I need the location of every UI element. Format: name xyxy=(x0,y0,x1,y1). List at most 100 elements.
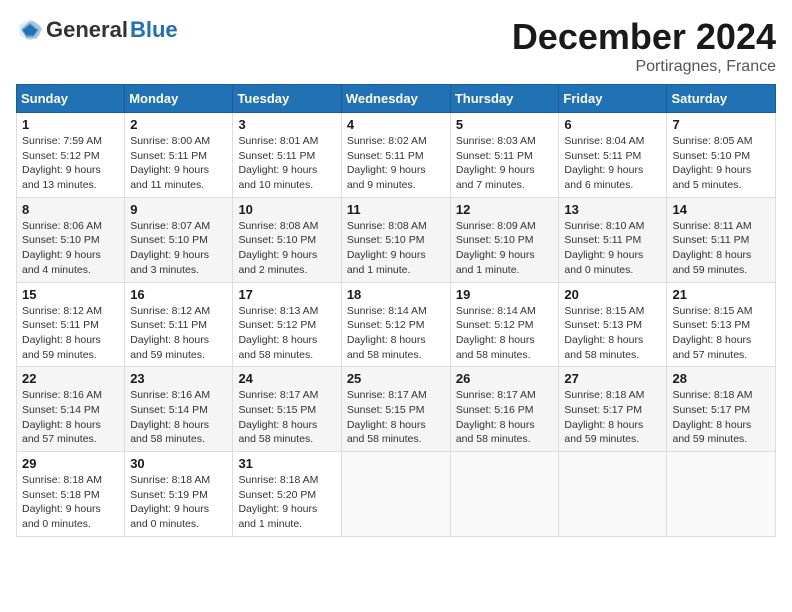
page-header: GeneralBlue December 2024 Portiragnes, F… xyxy=(16,16,776,76)
day-info: Sunrise: 8:18 AMSunset: 5:18 PMDaylight:… xyxy=(22,473,119,532)
day-info: Sunrise: 8:02 AMSunset: 5:11 PMDaylight:… xyxy=(347,134,445,193)
day-number: 29 xyxy=(22,456,119,471)
day-number: 28 xyxy=(672,371,770,386)
day-number: 2 xyxy=(130,117,227,132)
day-number: 4 xyxy=(347,117,445,132)
day-cell-9: 9 Sunrise: 8:07 AMSunset: 5:10 PMDaylight… xyxy=(125,197,233,282)
day-number: 7 xyxy=(672,117,770,132)
day-info: Sunrise: 8:12 AMSunset: 5:11 PMDaylight:… xyxy=(22,304,119,363)
calendar-table: SundayMondayTuesdayWednesdayThursdayFrid… xyxy=(16,84,776,537)
day-cell-8: 8 Sunrise: 8:06 AMSunset: 5:10 PMDaylight… xyxy=(17,197,125,282)
day-number: 26 xyxy=(456,371,554,386)
day-cell-22: 22 Sunrise: 8:16 AMSunset: 5:14 PMDayligh… xyxy=(17,367,125,452)
day-info: Sunrise: 8:06 AMSunset: 5:10 PMDaylight:… xyxy=(22,219,119,278)
day-cell-13: 13 Sunrise: 8:10 AMSunset: 5:11 PMDayligh… xyxy=(559,197,667,282)
col-header-tuesday: Tuesday xyxy=(233,85,341,113)
day-number: 1 xyxy=(22,117,119,132)
day-cell-29: 29 Sunrise: 8:18 AMSunset: 5:18 PMDayligh… xyxy=(17,452,125,537)
day-cell-19: 19 Sunrise: 8:14 AMSunset: 5:12 PMDayligh… xyxy=(450,282,559,367)
day-number: 27 xyxy=(564,371,661,386)
day-cell-25: 25Sunrise: 8:17 AMSunset: 5:15 PMDayligh… xyxy=(341,367,450,452)
logo-general-text: General xyxy=(46,17,128,43)
day-cell-5: 5Sunrise: 8:03 AMSunset: 5:11 PMDaylight… xyxy=(450,113,559,198)
day-info: Sunrise: 8:04 AMSunset: 5:11 PMDaylight:… xyxy=(564,134,661,193)
day-info: Sunrise: 8:18 AMSunset: 5:20 PMDaylight:… xyxy=(238,473,335,532)
day-number: 23 xyxy=(130,371,227,386)
day-cell-10: 10 Sunrise: 8:08 AMSunset: 5:10 PMDayligh… xyxy=(233,197,341,282)
day-info: Sunrise: 8:17 AMSunset: 5:15 PMDaylight:… xyxy=(347,388,445,447)
col-header-thursday: Thursday xyxy=(450,85,559,113)
logo-blue-text: Blue xyxy=(130,17,178,43)
day-cell-11: 11Sunrise: 8:08 AMSunset: 5:10 PMDayligh… xyxy=(341,197,450,282)
day-cell-18: 18Sunrise: 8:14 AMSunset: 5:12 PMDayligh… xyxy=(341,282,450,367)
day-cell-7: 7 Sunrise: 8:05 AMSunset: 5:10 PMDaylight… xyxy=(667,113,776,198)
week-row-3: 15 Sunrise: 8:12 AMSunset: 5:11 PMDayligh… xyxy=(17,282,776,367)
day-info: Sunrise: 8:16 AMSunset: 5:14 PMDaylight:… xyxy=(22,388,119,447)
day-number: 17 xyxy=(238,287,335,302)
day-cell-17: 17Sunrise: 8:13 AMSunset: 5:12 PMDayligh… xyxy=(233,282,341,367)
location-subtitle: Portiragnes, France xyxy=(512,58,776,76)
day-cell-28: 28Sunrise: 8:18 AMSunset: 5:17 PMDayligh… xyxy=(667,367,776,452)
day-info: Sunrise: 8:14 AMSunset: 5:12 PMDaylight:… xyxy=(456,304,554,363)
day-info: Sunrise: 8:08 AMSunset: 5:10 PMDaylight:… xyxy=(347,219,445,278)
logo-icon xyxy=(16,16,44,44)
day-number: 13 xyxy=(564,202,661,217)
day-info: Sunrise: 8:15 AMSunset: 5:13 PMDaylight:… xyxy=(564,304,661,363)
day-cell-2: 2Sunrise: 8:00 AMSunset: 5:11 PMDaylight… xyxy=(125,113,233,198)
empty-cell xyxy=(341,452,450,537)
day-info: Sunrise: 8:03 AMSunset: 5:11 PMDaylight:… xyxy=(456,134,554,193)
day-info: Sunrise: 8:15 AMSunset: 5:13 PMDaylight:… xyxy=(672,304,770,363)
day-cell-14: 14 Sunrise: 8:11 AMSunset: 5:11 PMDayligh… xyxy=(667,197,776,282)
day-cell-31: 31 Sunrise: 8:18 AMSunset: 5:20 PMDayligh… xyxy=(233,452,341,537)
day-number: 16 xyxy=(130,287,227,302)
day-cell-15: 15 Sunrise: 8:12 AMSunset: 5:11 PMDayligh… xyxy=(17,282,125,367)
week-row-1: 1 Sunrise: 7:59 AMSunset: 5:12 PMDaylight… xyxy=(17,113,776,198)
day-number: 9 xyxy=(130,202,227,217)
day-cell-20: 20 Sunrise: 8:15 AMSunset: 5:13 PMDayligh… xyxy=(559,282,667,367)
day-number: 3 xyxy=(238,117,335,132)
day-info: Sunrise: 8:17 AMSunset: 5:16 PMDaylight:… xyxy=(456,388,554,447)
header-row: SundayMondayTuesdayWednesdayThursdayFrid… xyxy=(17,85,776,113)
day-cell-26: 26 Sunrise: 8:17 AMSunset: 5:16 PMDayligh… xyxy=(450,367,559,452)
logo: GeneralBlue xyxy=(16,16,178,44)
day-info: Sunrise: 8:14 AMSunset: 5:12 PMDaylight:… xyxy=(347,304,445,363)
day-number: 15 xyxy=(22,287,119,302)
day-number: 10 xyxy=(238,202,335,217)
day-cell-24: 24Sunrise: 8:17 AMSunset: 5:15 PMDayligh… xyxy=(233,367,341,452)
day-number: 20 xyxy=(564,287,661,302)
day-info: Sunrise: 8:18 AMSunset: 5:19 PMDaylight:… xyxy=(130,473,227,532)
day-number: 21 xyxy=(672,287,770,302)
day-number: 8 xyxy=(22,202,119,217)
col-header-friday: Friday xyxy=(559,85,667,113)
day-info: Sunrise: 8:10 AMSunset: 5:11 PMDaylight:… xyxy=(564,219,661,278)
day-info: Sunrise: 8:08 AMSunset: 5:10 PMDaylight:… xyxy=(238,219,335,278)
day-number: 6 xyxy=(564,117,661,132)
day-cell-3: 3Sunrise: 8:01 AMSunset: 5:11 PMDaylight… xyxy=(233,113,341,198)
day-cell-23: 23Sunrise: 8:16 AMSunset: 5:14 PMDayligh… xyxy=(125,367,233,452)
day-cell-6: 6 Sunrise: 8:04 AMSunset: 5:11 PMDaylight… xyxy=(559,113,667,198)
day-info: Sunrise: 8:11 AMSunset: 5:11 PMDaylight:… xyxy=(672,219,770,278)
col-header-saturday: Saturday xyxy=(667,85,776,113)
week-row-4: 22 Sunrise: 8:16 AMSunset: 5:14 PMDayligh… xyxy=(17,367,776,452)
day-info: Sunrise: 8:09 AMSunset: 5:10 PMDaylight:… xyxy=(456,219,554,278)
day-cell-16: 16Sunrise: 8:12 AMSunset: 5:11 PMDayligh… xyxy=(125,282,233,367)
day-number: 22 xyxy=(22,371,119,386)
day-cell-21: 21 Sunrise: 8:15 AMSunset: 5:13 PMDayligh… xyxy=(667,282,776,367)
day-cell-30: 30Sunrise: 8:18 AMSunset: 5:19 PMDayligh… xyxy=(125,452,233,537)
col-header-monday: Monday xyxy=(125,85,233,113)
day-info: Sunrise: 8:18 AMSunset: 5:17 PMDaylight:… xyxy=(564,388,661,447)
day-info: Sunrise: 8:07 AMSunset: 5:10 PMDaylight:… xyxy=(130,219,227,278)
week-row-5: 29 Sunrise: 8:18 AMSunset: 5:18 PMDayligh… xyxy=(17,452,776,537)
week-row-2: 8 Sunrise: 8:06 AMSunset: 5:10 PMDaylight… xyxy=(17,197,776,282)
empty-cell xyxy=(559,452,667,537)
day-number: 12 xyxy=(456,202,554,217)
empty-cell xyxy=(667,452,776,537)
day-info: Sunrise: 8:05 AMSunset: 5:10 PMDaylight:… xyxy=(672,134,770,193)
day-number: 19 xyxy=(456,287,554,302)
col-header-sunday: Sunday xyxy=(17,85,125,113)
month-title: December 2024 xyxy=(512,16,776,58)
day-number: 31 xyxy=(238,456,335,471)
day-info: Sunrise: 7:59 AMSunset: 5:12 PMDaylight:… xyxy=(22,134,119,193)
day-info: Sunrise: 8:17 AMSunset: 5:15 PMDaylight:… xyxy=(238,388,335,447)
day-number: 14 xyxy=(672,202,770,217)
